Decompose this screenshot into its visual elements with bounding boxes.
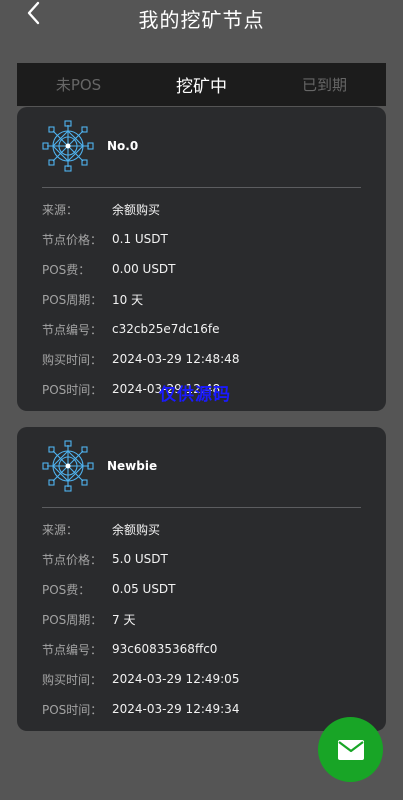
row-label: 购买时间：	[42, 672, 103, 687]
header: 我的挖矿节点	[0, 0, 403, 36]
info-row-node-id: 节点编号： c32cb25e7dc16fe	[17, 314, 386, 344]
info-row-pos-fee: POS费： 0.05 USDT	[17, 574, 386, 604]
row-value: 93c60835368ffc0	[112, 642, 218, 656]
info-row-node-id: 节点编号： 93c60835368ffc0	[17, 634, 386, 664]
row-label: 来源：	[42, 202, 79, 217]
tab-bar: 未POS 挖矿中 已到期	[17, 63, 386, 106]
info-row-purchase-time: 购买时间： 2024-03-29 12:49:05	[17, 664, 386, 694]
node-name: Newbie	[107, 459, 158, 473]
info-row-price: 节点价格： 5.0 USDT	[17, 544, 386, 574]
node-card[interactable]: Newbie 来源： 余额购买 节点价格： 5.0 USDT POS费： 0.05 U…	[17, 427, 386, 731]
node-card-header: No.0	[17, 107, 386, 187]
info-row-purchase-time: 购买时间： 2024-03-29 12:48:48	[17, 344, 386, 374]
message-button[interactable]	[318, 717, 383, 782]
row-label: 节点编号：	[42, 642, 103, 657]
row-value: 5.0 USDT	[112, 552, 168, 566]
row-value: 余额购买	[112, 202, 161, 217]
info-row-pos-fee: POS费： 0.00 USDT	[17, 254, 386, 284]
info-row-pos-period: POS周期： 7 天	[17, 604, 386, 634]
row-value: 2024-03-29 12:49:05	[112, 672, 240, 686]
row-value: 0.05 USDT	[112, 582, 176, 596]
row-label: POS时间：	[42, 702, 103, 717]
node-network-icon	[42, 120, 94, 172]
node-card[interactable]: No.0 来源： 余额购买 节点价格： 0.1 USDT POS费： 0.00 USD…	[17, 107, 386, 411]
info-row-source: 来源： 余额购买	[17, 514, 386, 544]
row-label: POS周期：	[42, 612, 103, 627]
row-label: POS费：	[42, 582, 91, 597]
row-value: 0.00 USDT	[112, 262, 176, 276]
info-row-source: 来源： 余额购买	[17, 194, 386, 224]
row-label: 节点编号：	[42, 322, 103, 337]
row-value: 2024-03-29 12:49:34	[112, 702, 240, 716]
info-row-pos-period: POS周期： 10 天	[17, 284, 386, 314]
row-label: 节点价格：	[42, 552, 103, 567]
row-value: c32cb25e7dc16fe	[112, 322, 220, 336]
info-row-pos-time: POS时间： 2024-03-29 12:49:34	[17, 694, 386, 724]
row-label: 来源：	[42, 522, 79, 537]
row-value: 7 天	[112, 612, 136, 627]
row-value: 余额购买	[112, 522, 161, 537]
watermark: 仅供源码	[159, 385, 231, 405]
row-label: POS费：	[42, 262, 91, 277]
tab-expired[interactable]: 已到期	[263, 63, 386, 106]
row-label: POS周期：	[42, 292, 103, 307]
node-card-header: Newbie	[17, 427, 386, 507]
tab-not-pos[interactable]: 未POS	[17, 63, 140, 106]
row-value: 0.1 USDT	[112, 232, 168, 246]
node-network-icon	[42, 440, 94, 492]
row-value: 10 天	[112, 292, 144, 307]
mail-icon	[337, 739, 364, 760]
tab-mining[interactable]: 挖矿中	[140, 63, 263, 106]
node-name: No.0	[107, 139, 139, 153]
row-label: POS时间：	[42, 382, 103, 397]
info-row-price: 节点价格： 0.1 USDT	[17, 224, 386, 254]
page-title: 我的挖矿节点	[138, 8, 265, 32]
row-label: 节点价格：	[42, 232, 103, 247]
row-label: 购买时间：	[42, 352, 103, 367]
row-value: 2024-03-29 12:48:48	[112, 352, 240, 366]
